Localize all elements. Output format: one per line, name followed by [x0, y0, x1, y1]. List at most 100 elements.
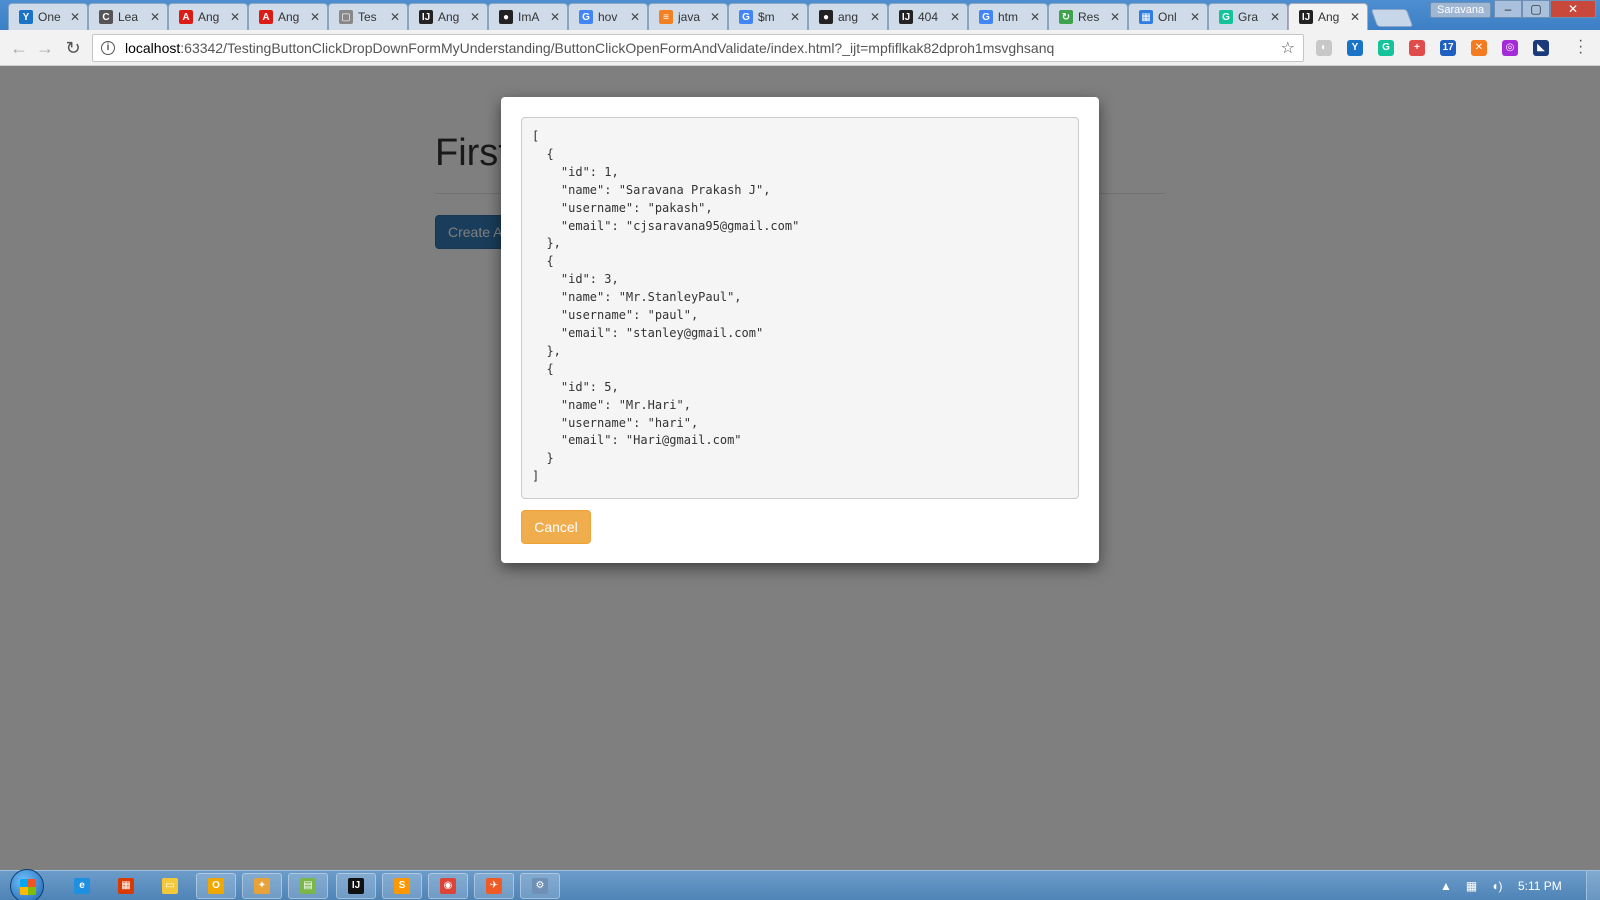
taskbar-item[interactable]: e	[62, 873, 102, 899]
close-icon[interactable]: ✕	[309, 10, 321, 24]
close-icon[interactable]: ✕	[389, 10, 401, 24]
forward-arrow-icon[interactable]: →	[34, 37, 56, 59]
tools-icon: ⚙	[532, 878, 548, 894]
close-icon[interactable]: ✕	[949, 10, 961, 24]
cloud-icon[interactable]: 17	[1440, 40, 1456, 56]
taskbar-item[interactable]: ✈	[474, 873, 514, 899]
tray-arrow-icon[interactable]: ▲	[1440, 879, 1452, 893]
maximize-button[interactable]: ▢	[1522, 0, 1550, 18]
orange-x-icon[interactable]: ✕	[1471, 40, 1487, 56]
close-icon[interactable]: ✕	[1109, 10, 1121, 24]
new-tab-button[interactable]	[1370, 9, 1414, 27]
close-icon[interactable]: ✕	[1349, 10, 1361, 24]
windows-taskbar: e ▦ ▭ O ✦ ▤ IJ S ◉ ✈ ⚙ ▲ ▦ ◖) 5:11 PM	[0, 869, 1600, 900]
show-desktop-button[interactable]	[1586, 871, 1600, 900]
bookmark-star-icon[interactable]: ☆	[1281, 38, 1295, 58]
clock[interactable]: 5:11 PM	[1518, 871, 1562, 900]
browser-toolbar: ← → ↻ i localhost:63342/TestingButtonCli…	[0, 30, 1600, 66]
close-icon[interactable]: ✕	[1029, 10, 1041, 24]
tab-title: Ang	[198, 10, 220, 24]
browser-tab[interactable]: ≡ java ✕	[648, 3, 728, 30]
close-icon[interactable]: ✕	[629, 10, 641, 24]
google-icon: G	[739, 10, 753, 24]
y-icon: Y	[19, 10, 33, 24]
browser-tab[interactable]: ▢ Tes ✕	[328, 3, 408, 30]
close-icon[interactable]: ✕	[789, 10, 801, 24]
taskbar-item[interactable]: ▭	[150, 873, 190, 899]
close-icon[interactable]: ✕	[549, 10, 561, 24]
purple-globe-icon[interactable]: ◎	[1502, 40, 1518, 56]
browser-tab[interactable]: ↻ Res ✕	[1048, 3, 1128, 30]
tab-title: Ang	[278, 10, 300, 24]
browser-tab[interactable]: ▦ Onl ✕	[1128, 3, 1208, 30]
close-icon[interactable]: ✕	[709, 10, 721, 24]
address-bar[interactable]: i localhost:63342/TestingButtonClickDrop…	[92, 34, 1304, 62]
close-icon[interactable]: ✕	[469, 10, 481, 24]
tab-title: Gra	[1238, 10, 1259, 24]
windows-logo-icon	[20, 879, 36, 895]
code-icon: C	[99, 10, 113, 24]
grammarly-icon[interactable]: G	[1378, 40, 1394, 56]
intellij-icon: IJ	[419, 10, 433, 24]
chrome-icon: ◉	[440, 878, 456, 894]
angular-icon: A	[179, 10, 193, 24]
cancel-button[interactable]: Cancel	[521, 510, 591, 544]
close-icon[interactable]: ✕	[1189, 10, 1201, 24]
taskbar-item[interactable]: IJ	[336, 873, 376, 899]
volume-icon[interactable]: ◖)	[1491, 879, 1502, 893]
browser-tab[interactable]: Ghov ✕	[568, 3, 648, 30]
grammarly-icon: G	[1219, 10, 1233, 24]
taskbar-item[interactable]: ⚙	[520, 873, 560, 899]
url-text[interactable]: localhost:63342/TestingButtonClickDropDo…	[125, 40, 1281, 56]
browser-tab[interactable]: G $m ✕	[728, 3, 808, 30]
start-button[interactable]	[10, 869, 44, 900]
browser-tab[interactable]: G Gra ✕	[1208, 3, 1288, 30]
explorer-icon: ▭	[162, 878, 178, 894]
intellij-icon: IJ	[899, 10, 913, 24]
close-window-button[interactable]: ✕	[1550, 0, 1596, 18]
close-icon[interactable]: ✕	[1269, 10, 1281, 24]
browser-tab[interactable]: ● ang ✕	[808, 3, 888, 30]
taskbar-item[interactable]: ◉	[428, 873, 468, 899]
taskbar-item[interactable]: ▤	[288, 873, 328, 899]
tab-title: $m	[758, 10, 775, 24]
taskbar-item[interactable]: O	[196, 873, 236, 899]
menu-icon[interactable]: · · ·	[1578, 33, 1583, 61]
system-tray: ▲ ▦ ◖)	[1440, 871, 1502, 900]
close-icon[interactable]: ✕	[869, 10, 881, 24]
close-icon[interactable]: ✕	[149, 10, 161, 24]
grid-icon: ▦	[1139, 10, 1153, 24]
bookmark-icon[interactable]: ◣	[1533, 40, 1549, 56]
stackoverflow-icon: ≡	[659, 10, 673, 24]
opera-icon[interactable]: ◐	[1316, 40, 1332, 56]
tab-title: hov	[598, 10, 618, 24]
user-profile-badge[interactable]: Saravana	[1430, 2, 1492, 18]
minimize-button[interactable]: –	[1494, 0, 1522, 18]
close-icon[interactable]: ✕	[229, 10, 241, 24]
info-icon[interactable]: i	[101, 41, 115, 55]
browser-tab[interactable]: IJ Ang ✕	[408, 3, 488, 30]
browser-tab[interactable]: C Lea ✕	[88, 3, 168, 30]
taskbar-item[interactable]: ▦	[106, 873, 146, 899]
taskbar-item[interactable]: ✦	[242, 873, 282, 899]
browser-tab[interactable]: Y One ✕	[8, 3, 88, 30]
browser-tab[interactable]: IJ Ang ✕	[1288, 3, 1368, 30]
browser-tab[interactable]: ● ImA ✕	[488, 3, 568, 30]
paint-icon: ✦	[254, 878, 270, 894]
page-icon: ▢	[339, 10, 353, 24]
browser-tab-strip: Y One ✕ C Lea ✕ A Ang ✕ A Ang ✕ ▢ Tes ✕ IJ Ang ✕ ● ImA ✕ Ghov…	[0, 0, 1600, 30]
browser-tab[interactable]: IJ 404 ✕	[888, 3, 968, 30]
browser-tab[interactable]: Ghtm ✕	[968, 3, 1048, 30]
back-arrow-icon[interactable]: ←	[8, 37, 30, 59]
plus-icon[interactable]: +	[1409, 40, 1425, 56]
network-icon[interactable]: ▦	[1466, 879, 1477, 893]
y-icon[interactable]: Y	[1347, 40, 1363, 56]
reload-icon[interactable]: ↻	[62, 37, 84, 59]
window-controls: – ▢ ✕	[1494, 0, 1596, 18]
json-modal: [ { "id": 1, "name": "Saravana Prakash J…	[501, 97, 1099, 563]
browser-tab[interactable]: A Ang ✕	[248, 3, 328, 30]
close-icon[interactable]: ✕	[69, 10, 81, 24]
taskbar-item[interactable]: S	[382, 873, 422, 899]
tab-title: Ang	[1318, 10, 1340, 24]
browser-tab[interactable]: A Ang ✕	[168, 3, 248, 30]
